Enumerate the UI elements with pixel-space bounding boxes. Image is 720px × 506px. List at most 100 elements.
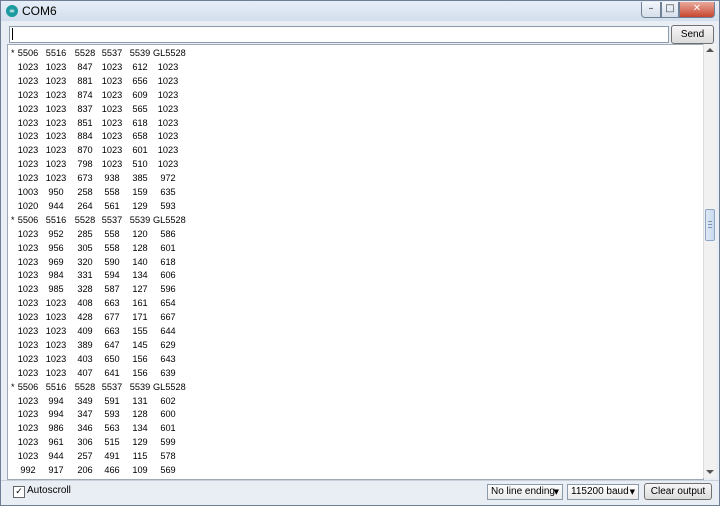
output-value: 944	[48, 451, 64, 462]
output-value: 881	[77, 75, 93, 86]
output-value: 5516	[45, 48, 67, 58]
output-value: 586	[160, 228, 176, 239]
output-value: 1023	[157, 61, 179, 72]
output-value: 109	[132, 465, 148, 475]
output-value: 658	[132, 131, 148, 142]
output-value: 851	[77, 117, 93, 128]
scrollbar-thumb[interactable]	[705, 209, 715, 241]
output-value: 874	[77, 89, 93, 100]
output-value: 305	[77, 242, 93, 253]
output-value: 972	[160, 173, 176, 184]
output-value: 320	[77, 256, 93, 267]
output-value: 847	[77, 61, 93, 72]
output-value: 1023	[101, 89, 123, 100]
output-value: 1023	[17, 423, 39, 434]
serial-output-area[interactable]: * 5506 5516 5528 5537 5539 GL5528 1023 1023 847 10…	[7, 44, 704, 480]
output-value: 558	[104, 187, 120, 197]
output-value: 944	[48, 200, 64, 211]
output-value: 596	[160, 284, 176, 295]
output-value: 131	[132, 395, 148, 406]
autoscroll-checkbox[interactable]: ✓	[13, 486, 25, 498]
output-value: 606	[160, 270, 176, 281]
output-value: 643	[160, 353, 176, 364]
output-value: 798	[77, 159, 93, 170]
output-value: 837	[77, 103, 93, 114]
output-value: 1023	[101, 103, 123, 114]
output-value: 5516	[45, 381, 67, 392]
output-value: 558	[104, 228, 120, 239]
output-value: 593	[160, 200, 176, 211]
output-value: 601	[160, 423, 176, 434]
output-value: 5506	[17, 48, 39, 58]
output-value: 917	[48, 465, 64, 475]
output-value: 1023	[17, 75, 39, 86]
output-value: 510	[132, 159, 148, 170]
output-value: 1023	[17, 242, 39, 253]
close-button[interactable]: ✕	[679, 2, 715, 18]
baud-rate-select[interactable]: 115200 baud ▼	[567, 484, 639, 500]
vertical-scrollbar[interactable]	[703, 44, 716, 478]
output-value: 618	[132, 117, 148, 128]
output-value: 347	[77, 409, 93, 420]
line-ending-select[interactable]: No line ending ▼	[487, 484, 563, 500]
scroll-up-arrow-icon[interactable]	[706, 48, 714, 52]
output-value: 1023	[45, 326, 67, 336]
output-value: 206	[77, 465, 93, 475]
output-value: 558	[104, 242, 120, 253]
arduino-app-icon: ∞	[6, 5, 18, 17]
output-value: 1023	[17, 228, 39, 239]
output-value: 569	[160, 465, 176, 475]
line-ending-value: No line ending	[491, 486, 555, 497]
output-value: 956	[48, 242, 64, 253]
output-value: 1023	[45, 298, 67, 309]
output-value: 5537	[101, 48, 123, 58]
output-value: 257	[77, 451, 93, 462]
output-value: 1023	[17, 395, 39, 406]
output-value: 1023	[17, 367, 39, 378]
grip-line	[708, 227, 712, 228]
scroll-down-arrow-icon[interactable]	[706, 470, 714, 474]
output-value: 128	[132, 409, 148, 420]
output-value: 587	[104, 284, 120, 295]
serial-monitor-window: ∞ COM6 – □ ✕ Send * 5506 5516 5528 5537 5539 G…	[0, 0, 720, 506]
output-value: 593	[104, 409, 120, 420]
output-value: 1023	[101, 131, 123, 142]
output-value: 985	[48, 284, 64, 295]
output-value: 331	[77, 270, 93, 281]
output-value: 938	[104, 173, 120, 184]
output-value: 1023	[17, 256, 39, 267]
serial-send-input[interactable]	[9, 26, 669, 43]
title-bar[interactable]: ∞ COM6 – □ ✕	[1, 1, 719, 21]
output-value: 5516	[45, 214, 67, 225]
output-value: 1023	[17, 409, 39, 420]
minimize-button[interactable]: –	[641, 2, 661, 18]
output-value: 601	[160, 242, 176, 253]
output-value: 578	[160, 451, 176, 462]
output-value: 1023	[17, 284, 39, 295]
output-value: 590	[104, 256, 120, 267]
output-value: 994	[48, 395, 64, 406]
output-value: 128	[132, 242, 148, 253]
output-value: 667	[160, 312, 176, 323]
output-value: 1023	[45, 353, 67, 364]
output-value: GL5528	[153, 381, 186, 392]
output-value: 1023	[17, 173, 39, 184]
output-value: 1023	[17, 437, 39, 448]
autoscroll-label[interactable]: Autoscroll	[27, 485, 71, 496]
output-value: 1023	[101, 75, 123, 86]
clear-output-button[interactable]: Clear output	[644, 483, 712, 500]
output-value: 134	[132, 270, 148, 281]
output-value: 403	[77, 353, 93, 364]
output-value: 629	[160, 339, 176, 350]
output-value: 159	[132, 187, 148, 197]
output-value: 984	[48, 270, 64, 281]
output-value: 986	[48, 423, 64, 434]
output-value: 328	[77, 284, 93, 295]
output-value: 408	[77, 298, 93, 309]
output-value: 961	[48, 437, 64, 448]
send-button[interactable]: Send	[671, 25, 714, 44]
output-value: 264	[77, 200, 93, 211]
output-value: 385	[132, 173, 148, 184]
maximize-button[interactable]: □	[661, 2, 679, 18]
output-value: 950	[48, 187, 64, 197]
